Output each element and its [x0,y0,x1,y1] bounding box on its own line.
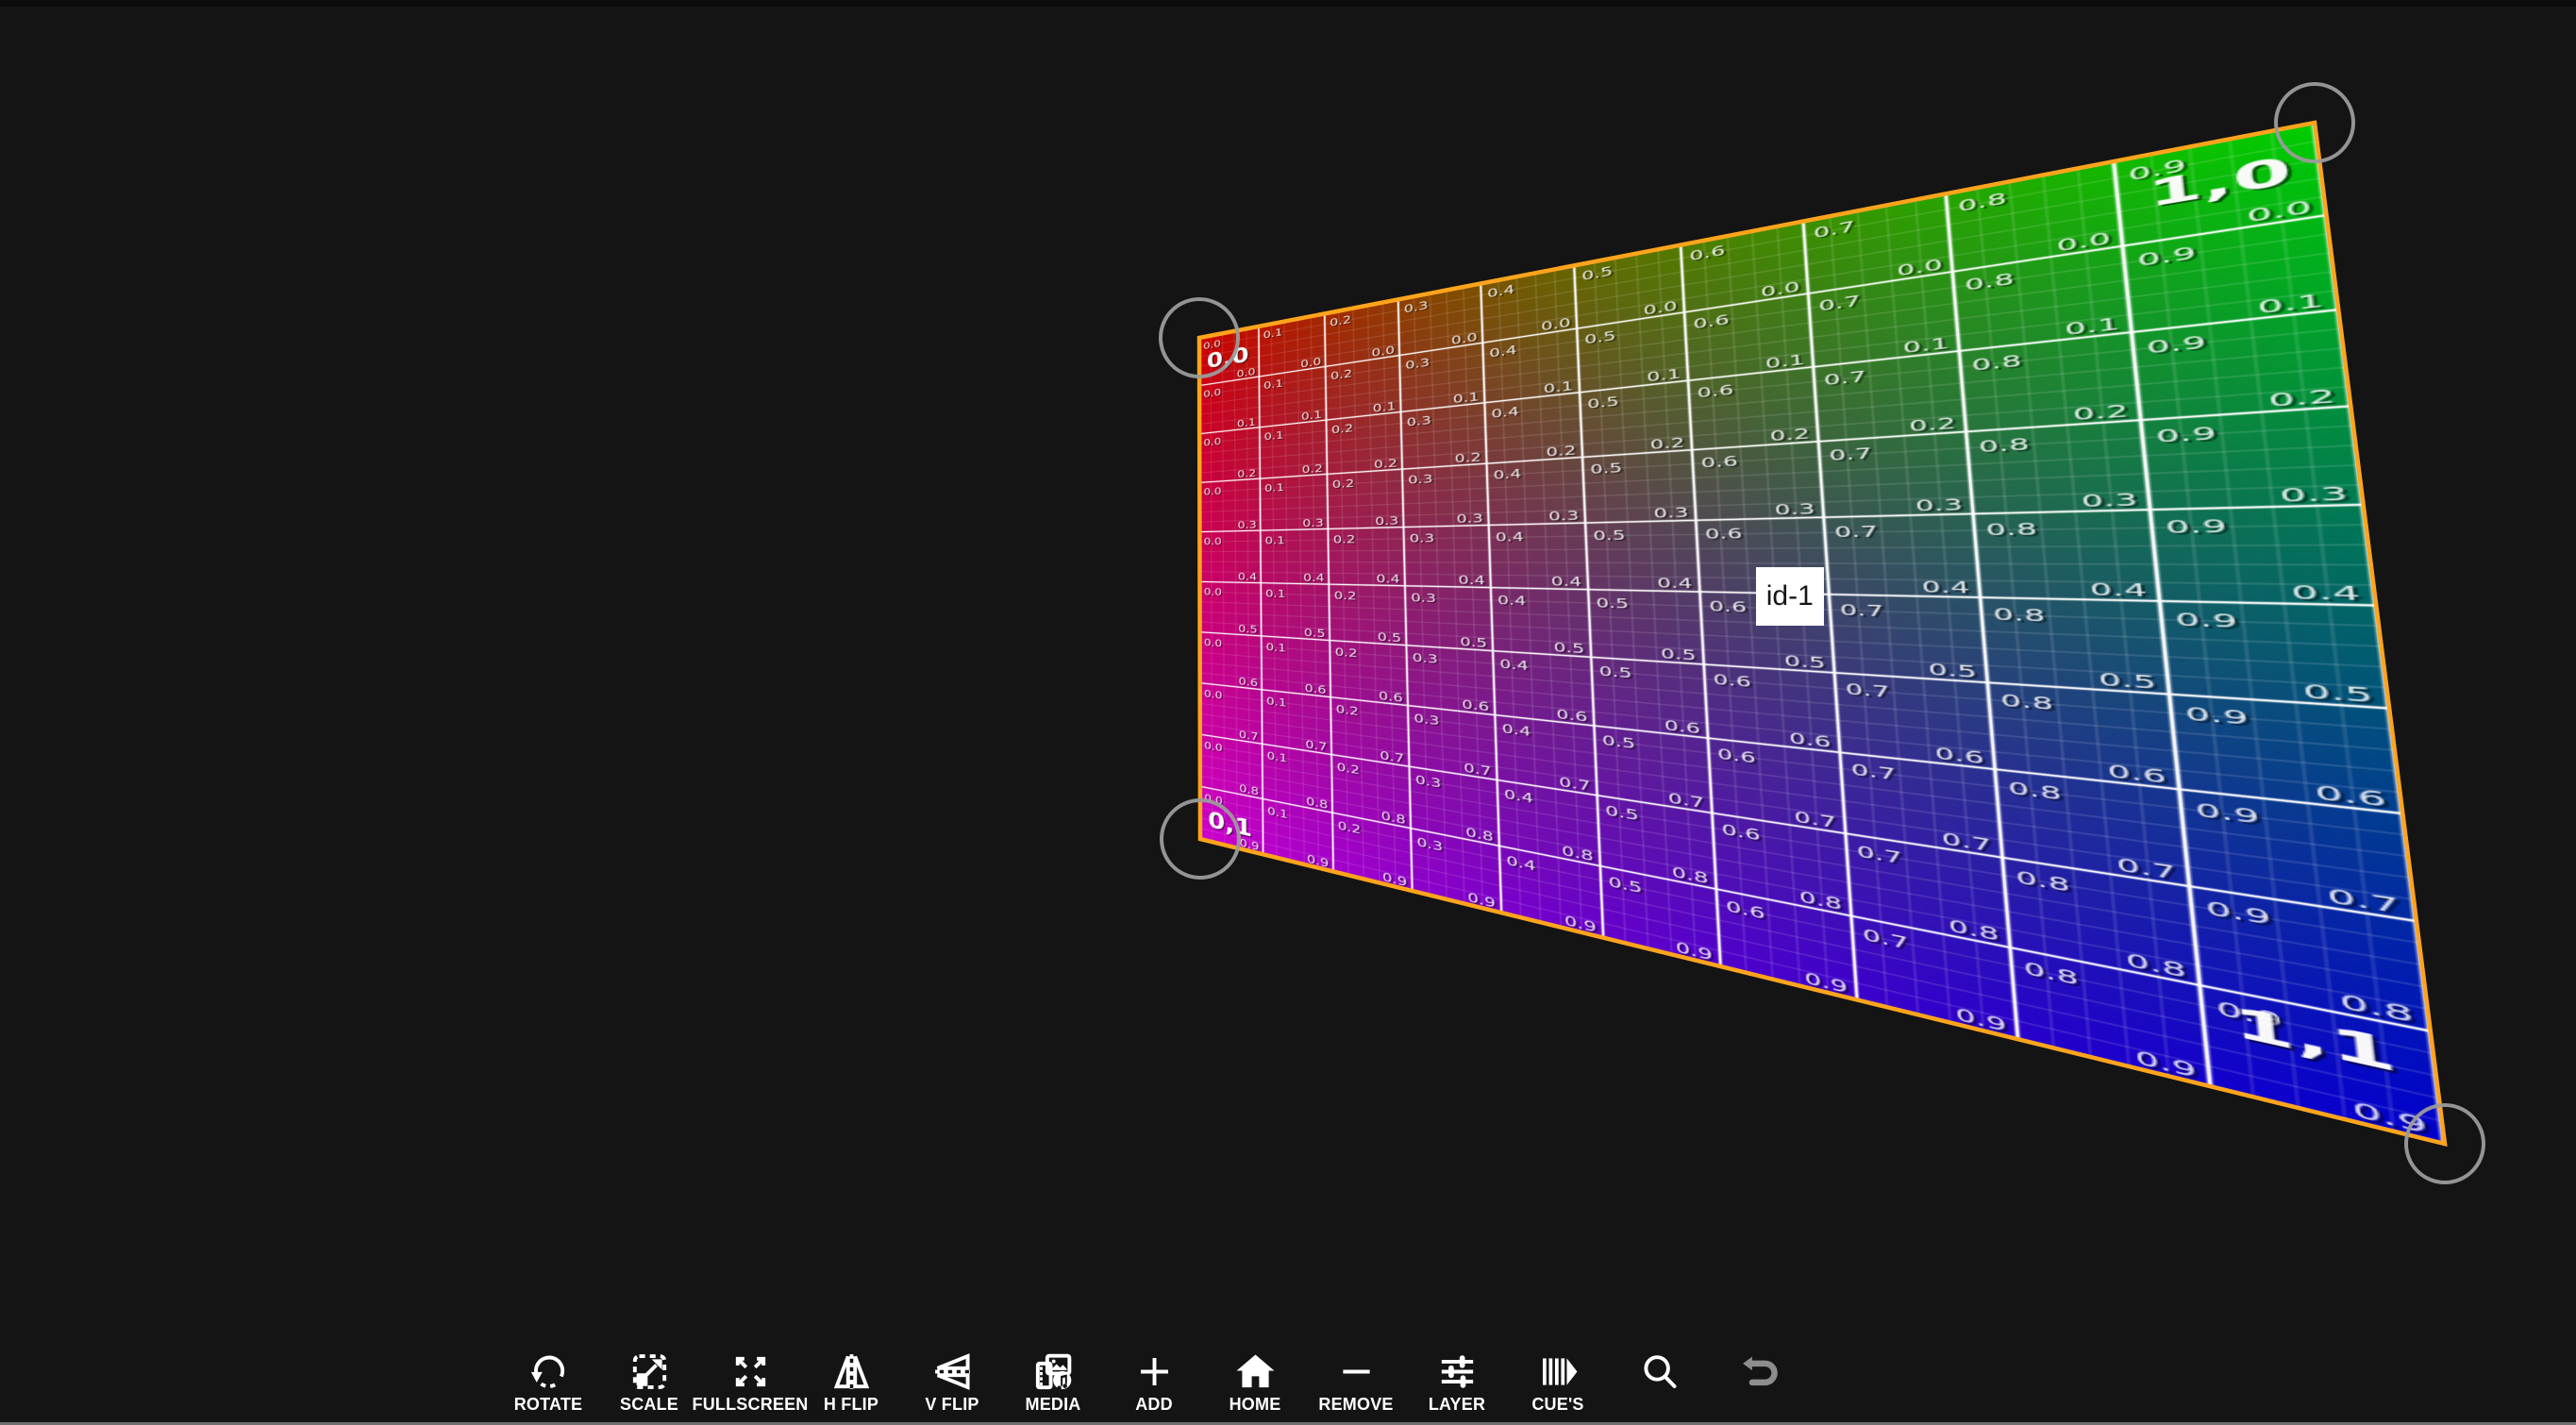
rotate-icon [527,1350,571,1394]
uv-test-grid-canvas [1199,123,2445,1144]
surface-id-label[interactable]: id-1 [1756,567,1824,626]
add-icon [1132,1350,1177,1394]
toolbar-item-label: SCALE [620,1395,678,1414]
layer-button[interactable]: LAYER [1410,1350,1504,1419]
toolbar-item-label: ROTATE [514,1395,583,1414]
undo-icon [1738,1350,1782,1394]
fullscreen-icon [728,1350,773,1394]
cues-icon [1536,1350,1581,1394]
remove-button[interactable]: REMOVE [1309,1350,1403,1419]
canvas-area[interactable]: id-1 ROTATE SCALE [0,0,2576,1425]
toolbar-item-label: CUE'S [1531,1395,1583,1414]
media-icon [1031,1350,1076,1394]
toolbar-item-label: REMOVE [1318,1395,1393,1414]
add-button[interactable]: ADD [1107,1350,1201,1419]
search-button[interactable] [1612,1350,1706,1419]
toolbar-item-label: ADD [1135,1395,1173,1414]
toolbar-item-label: H FLIP [824,1395,878,1414]
media-button[interactable]: MEDIA [1006,1350,1100,1419]
toolbar-item-label: FULLSCREEN [693,1395,809,1414]
home-button[interactable]: HOME [1208,1350,1302,1419]
toolbar-item-label: LAYER [1429,1395,1485,1414]
remove-icon [1334,1350,1379,1394]
toolbar-item-label: HOME [1229,1395,1281,1414]
layer-icon [1435,1350,1480,1394]
top-edge-strip [0,0,2576,7]
search-icon [1637,1350,1681,1394]
v-flip-icon [930,1350,975,1394]
bottom-toolbar: ROTATE SCALE FULLSCREEN [501,1350,1807,1419]
fullscreen-button[interactable]: FULLSCREEN [703,1350,797,1419]
cues-button[interactable]: CUE'S [1511,1350,1605,1419]
scale-button[interactable]: SCALE [602,1350,696,1419]
home-icon [1233,1350,1278,1394]
scale-icon [627,1350,672,1394]
toolbar-item-label: V FLIP [925,1395,979,1414]
undo-button[interactable] [1713,1350,1807,1419]
toolbar-item-label: MEDIA [1026,1395,1081,1414]
mapping-surface[interactable] [1199,123,2445,1144]
rotate-button[interactable]: ROTATE [501,1350,595,1419]
h-flip-icon [829,1350,874,1394]
v-flip-button[interactable]: V FLIP [905,1350,999,1419]
h-flip-button[interactable]: H FLIP [804,1350,898,1419]
